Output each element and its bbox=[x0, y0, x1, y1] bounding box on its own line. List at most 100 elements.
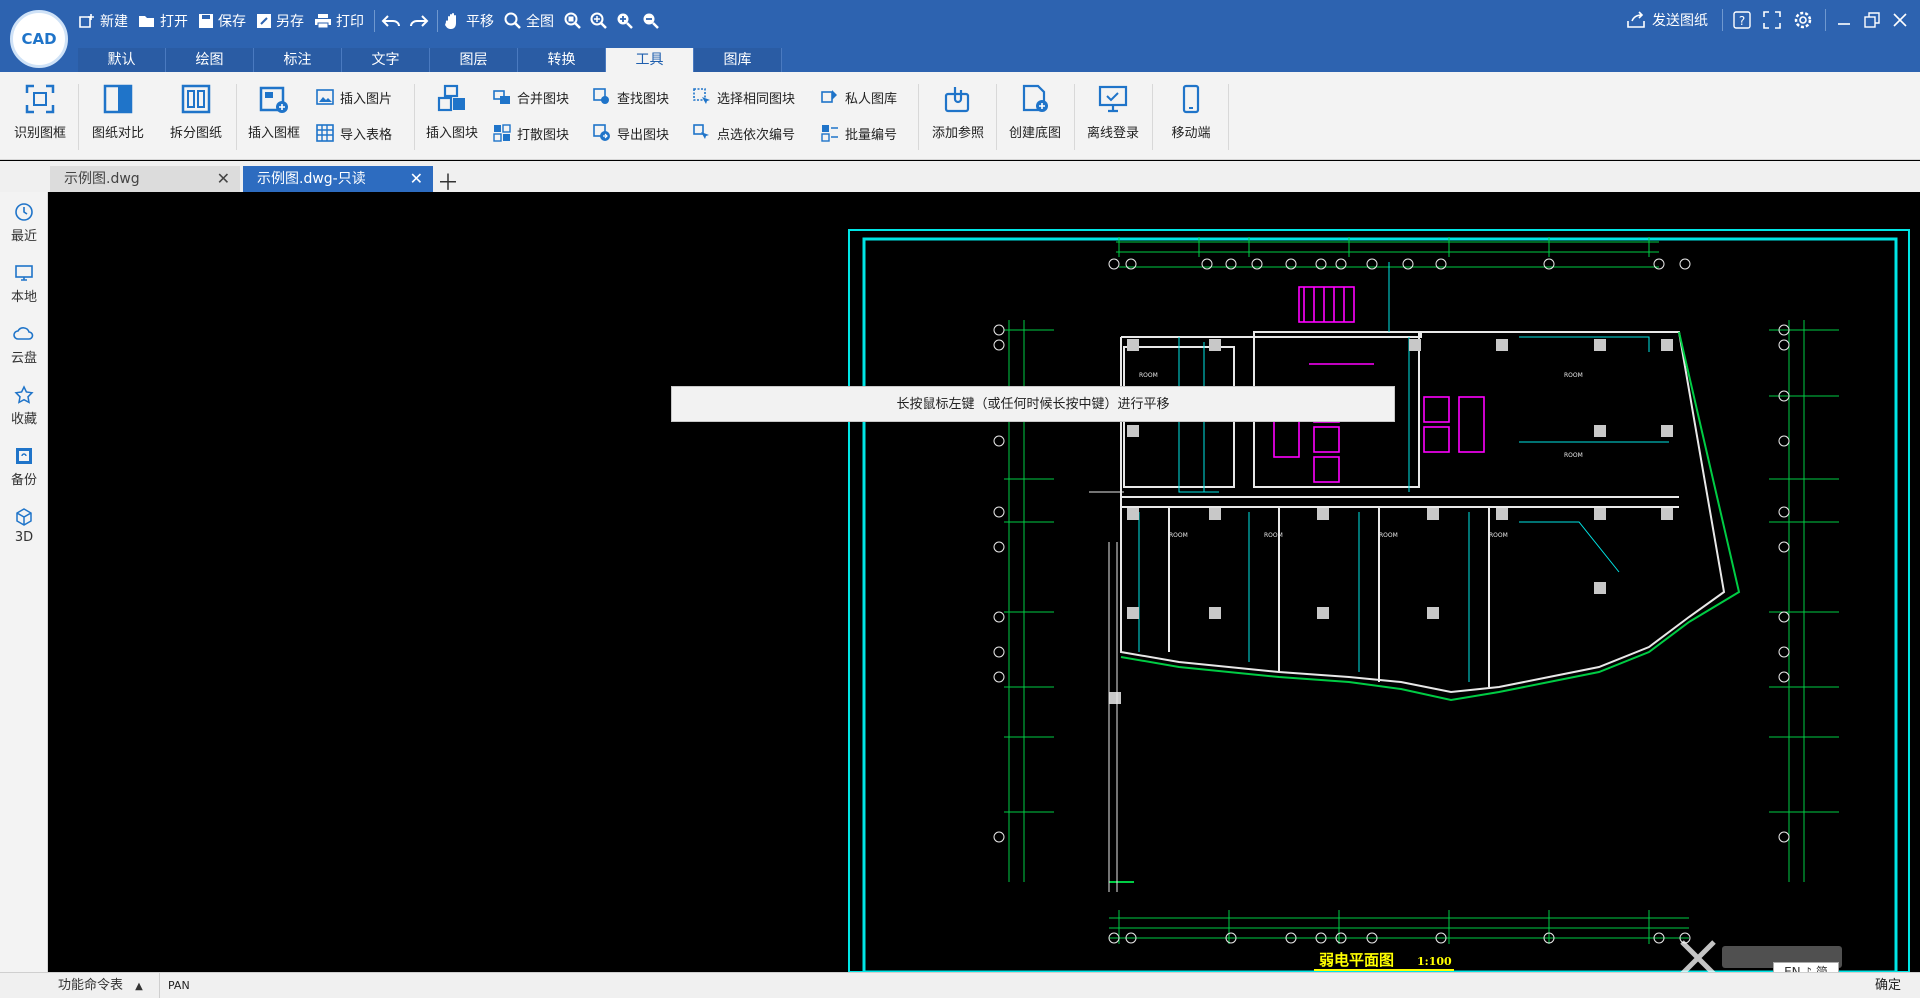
tab-layer[interactable]: 图层 bbox=[430, 48, 518, 72]
save-button[interactable]: 保存 bbox=[198, 11, 246, 31]
send-drawing-button[interactable]: 发送图纸 bbox=[1626, 10, 1708, 30]
close-tab-icon[interactable]: ✕ bbox=[217, 166, 230, 192]
zoom-realtime-icon bbox=[590, 12, 607, 29]
insert-frame-label: 插入图框 bbox=[247, 126, 300, 141]
explode-block-icon bbox=[493, 124, 511, 142]
zoom-in-button[interactable] bbox=[616, 12, 634, 30]
find-block-button[interactable]: 查找图块 bbox=[593, 86, 669, 108]
insert-frame-icon bbox=[259, 86, 288, 113]
sidebar-item-backup[interactable]: 备份 bbox=[0, 446, 48, 496]
tab-library[interactable]: 图库 bbox=[694, 48, 782, 72]
help-button[interactable]: ? bbox=[1733, 11, 1751, 29]
clock-icon bbox=[15, 203, 33, 221]
svg-text:ROOM: ROOM bbox=[1489, 532, 1508, 539]
command-line[interactable]: PAN bbox=[168, 973, 1718, 998]
zoom-out-icon bbox=[643, 13, 659, 29]
insert-block-button[interactable]: 插入图块 bbox=[417, 82, 487, 152]
ribbon-divider bbox=[1074, 84, 1075, 150]
undo-button[interactable] bbox=[381, 13, 401, 29]
command-table-toggle[interactable]: 功能命令表 ▲ bbox=[50, 973, 160, 998]
doc-tab-label: 示例图.dwg-只读 bbox=[257, 171, 366, 187]
offline-login-button[interactable]: 离线登录 bbox=[1078, 82, 1148, 152]
tab-tools[interactable]: 工具 bbox=[606, 48, 694, 72]
merge-block-button[interactable]: 合并图块 bbox=[493, 86, 569, 108]
drawing-canvas[interactable]: ROOM ROOM ROOM ROOM ROOM ROOM ROOM 弱电平面图 1:10… bbox=[49, 192, 1920, 972]
print-label: 打印 bbox=[336, 14, 364, 30]
redo-button[interactable] bbox=[409, 13, 429, 29]
save-as-button[interactable]: 另存 bbox=[256, 11, 304, 31]
svg-text:ROOM: ROOM bbox=[1264, 532, 1283, 539]
add-reference-label: 添加参照 bbox=[931, 126, 984, 141]
zoom-realtime-button[interactable] bbox=[590, 12, 608, 30]
sidebar-item-favorites[interactable]: 收藏 bbox=[0, 385, 48, 435]
insert-frame-button[interactable]: 插入图框 bbox=[239, 82, 309, 152]
minimize-button[interactable] bbox=[1836, 12, 1852, 28]
close-tab-icon[interactable]: ✕ bbox=[410, 166, 423, 192]
batch-number-button[interactable]: 批量编号 bbox=[821, 122, 897, 144]
explode-block-button[interactable]: 打散图块 bbox=[493, 122, 569, 144]
open-button[interactable]: 打开 bbox=[138, 11, 188, 31]
compare-drawing-button[interactable]: 图纸对比 bbox=[83, 82, 153, 152]
ribbon-divider bbox=[1152, 84, 1153, 150]
doc-tab-label: 示例图.dwg bbox=[64, 171, 140, 187]
mobile-button[interactable]: 移动端 bbox=[1156, 82, 1226, 152]
sidebar-item-cloud[interactable]: 云盘 bbox=[0, 324, 48, 374]
select-same-block-label: 选择相同图块 bbox=[717, 91, 796, 107]
restore-button[interactable] bbox=[1864, 12, 1880, 28]
table-icon bbox=[316, 124, 334, 142]
drawing-title: 弱电平面图 bbox=[1319, 951, 1394, 969]
attach-reference-icon bbox=[944, 87, 970, 113]
new-button[interactable]: 新建 bbox=[78, 11, 128, 31]
print-button[interactable]: 打印 bbox=[314, 11, 364, 31]
save-as-label: 另存 bbox=[276, 14, 304, 30]
import-table-button[interactable]: 导入表格 bbox=[316, 122, 392, 144]
sidebar-item-local[interactable]: 本地 bbox=[0, 263, 48, 313]
svg-text:ROOM: ROOM bbox=[1169, 532, 1188, 539]
private-library-button[interactable]: 私人图库 bbox=[821, 86, 897, 108]
tab-annotate[interactable]: 标注 bbox=[254, 48, 342, 72]
chevron-up-icon: ▲ bbox=[135, 981, 143, 992]
zoom-out-button[interactable] bbox=[642, 12, 660, 30]
select-same-icon bbox=[693, 88, 710, 104]
fullscreen-icon bbox=[1763, 11, 1781, 29]
quick-access-toolbar: 新建 打开 保存 另存 打印 平移 全图 bbox=[78, 8, 668, 34]
image-icon bbox=[316, 89, 334, 105]
backup-icon bbox=[16, 448, 32, 464]
insert-image-button[interactable]: 插入图片 bbox=[316, 86, 392, 108]
click-sequential-number-button[interactable]: 点选依次编号 bbox=[693, 122, 795, 144]
pan-button[interactable]: 平移 bbox=[444, 11, 494, 31]
export-block-label: 导出图块 bbox=[617, 127, 670, 143]
split-drawing-button[interactable]: 拆分图纸 bbox=[161, 82, 231, 152]
bottom-dimension-lines bbox=[1109, 910, 1689, 944]
new-file-icon bbox=[79, 14, 94, 28]
folder-open-icon bbox=[139, 16, 154, 27]
zoom-window-button[interactable] bbox=[564, 12, 582, 30]
close-window-button[interactable] bbox=[1892, 12, 1908, 28]
split-icon bbox=[181, 84, 211, 114]
svg-text:ROOM: ROOM bbox=[1379, 532, 1398, 539]
window-divider bbox=[1825, 9, 1826, 31]
fullscreen-button[interactable] bbox=[1763, 11, 1781, 29]
zoom-window-icon bbox=[564, 12, 581, 29]
create-base-map-button[interactable]: 创建底图 bbox=[1000, 82, 1070, 152]
svg-text:ROOM: ROOM bbox=[1139, 372, 1158, 379]
add-reference-button[interactable]: 添加参照 bbox=[923, 82, 993, 152]
app-logo[interactable]: CAD bbox=[10, 10, 68, 68]
recognize-frame-button[interactable]: 识别图框 bbox=[5, 82, 75, 152]
tab-text[interactable]: 文字 bbox=[342, 48, 430, 72]
full-view-button[interactable]: 全图 bbox=[504, 11, 554, 31]
tab-default[interactable]: 默认 bbox=[78, 48, 166, 72]
star-icon bbox=[14, 385, 34, 404]
sidebar-item-recent[interactable]: 最近 bbox=[0, 202, 48, 252]
select-same-block-button[interactable]: 选择相同图块 bbox=[693, 86, 795, 108]
tab-draw[interactable]: 绘图 bbox=[166, 48, 254, 72]
insert-image-label: 插入图片 bbox=[340, 91, 393, 107]
stair-core bbox=[1273, 286, 1485, 483]
tab-convert[interactable]: 转换 bbox=[518, 48, 606, 72]
settings-button[interactable] bbox=[1793, 10, 1813, 30]
export-block-button[interactable]: 导出图块 bbox=[593, 122, 669, 144]
sidebar-item-3d[interactable]: 3D bbox=[0, 507, 48, 557]
doc-tab-example-readonly[interactable]: 示例图.dwg-只读 ✕ bbox=[243, 166, 433, 192]
doc-tab-example[interactable]: 示例图.dwg ✕ bbox=[50, 166, 240, 192]
confirm-button[interactable]: 确定 bbox=[1864, 973, 1912, 998]
